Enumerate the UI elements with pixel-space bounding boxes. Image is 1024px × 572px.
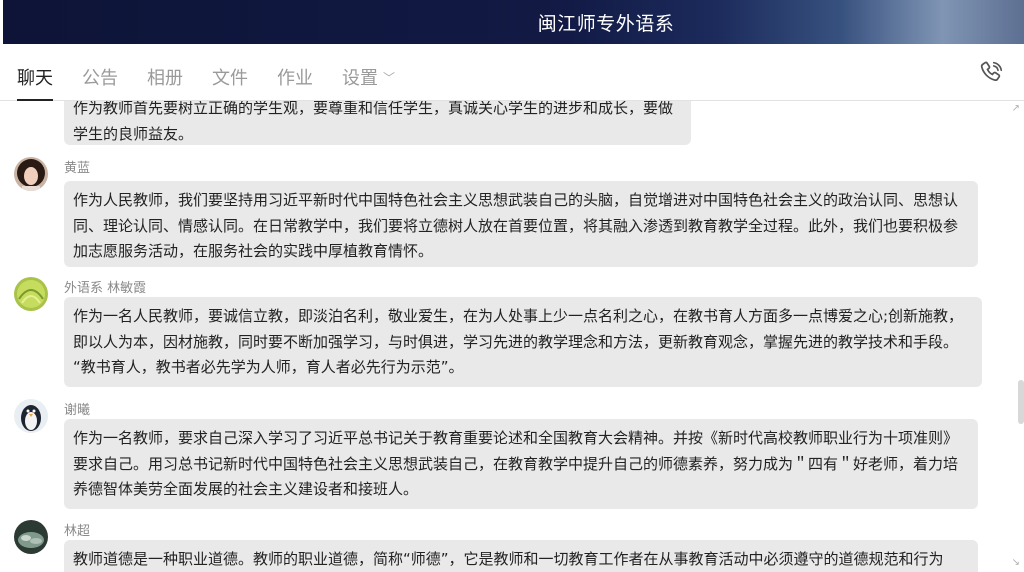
message-line: “教书育人，教书者必先学为人师，育人者必先行为示范”。 [73,358,464,376]
message-line: 养德智体美劳全面发展的社会主义建设者和接班人。 [73,480,419,498]
sender-name: 谢曦 [64,403,91,418]
tab-announcements[interactable]: 公告 [82,64,118,90]
scroll-up-icon[interactable]: ↗ [1012,103,1020,114]
chevron-down-icon: ﹀ [383,71,396,85]
message-bubble: 作为教师首先要树立正确的学生观，要尊重和信任学生，真诚关心学生的进步和成长，要做… [64,101,691,145]
message-bubble: 作为人民教师，我们要坚持用习近平新时代中国特色社会主义思想武装自己的头脑，自觉增… [64,181,978,267]
sender-name: 林超 [64,524,91,539]
message-line: 同、理论认同、情感认同。在日常教学中，我们要将立德树人放在首要位置，将其融入渗透… [73,216,959,235]
message-bubble: 作为一名人民教师，要诚信立教，即淡泊名利，敬业爱生，在为人处事上少一点名利之心，… [64,297,982,387]
chat-area[interactable]: 作为教师首先要树立正确的学生观，要尊重和信任学生，真诚关心学生的进步和成长，要做… [0,101,1024,572]
title-bar: 闽江师专外语系 [3,0,1024,44]
message-line: 学生的良师益友。 [73,124,194,143]
message-line: 作为一名教师，要求自己深入学习了习近平总书记关于教育重要论述和全国教育大会精神。… [73,429,959,447]
tab-chat[interactable]: 聊天 [17,64,53,101]
message-line: 教师道德是一种职业道德。教师的职业道德，简称“师德”，它是教师和一切教育工作者在… [73,550,944,568]
scroll-down-icon[interactable]: ↘ [1012,557,1020,568]
message-line: 要求自己。用习总书记新时代中国特色社会主义思想武装自己，在教育教学中提升自己的师… [73,454,959,473]
avatar[interactable] [14,157,48,191]
message-line: 作为教师首先要树立正确的学生观，要尊重和信任学生，真诚关心学生的进步和成长，要做 [73,101,674,117]
sender-name: 黄蓝 [64,161,91,176]
tab-homework[interactable]: 作业 [277,64,313,90]
phone-icon[interactable] [978,60,1004,86]
tab-settings[interactable]: 设置 ﹀ [342,64,395,90]
message-line: 加志愿服务活动，在服务社会的实践中厚植教育情怀。 [73,242,434,260]
message-line: 作为一名人民教师，要诚信立教，即淡泊名利，敬业爱生，在为人处事上少一点名利之心，… [73,307,964,325]
message-bubble: 教师道德是一种职业道德。教师的职业道德，简称“师德”，它是教师和一切教育工作者在… [64,540,978,572]
scrollbar-thumb[interactable] [1018,380,1024,424]
tab-album[interactable]: 相册 [147,64,183,90]
tab-bar: 聊天 公告 相册 文件 作业 设置 ﹀ [0,44,1024,101]
tab-settings-label: 设置 [342,68,378,89]
group-title: 闽江师专外语系 [537,12,675,35]
sender-name: 外语系 林敏霞 [64,281,147,296]
message-bubble: 作为一名教师，要求自己深入学习了习近平总书记关于教育重要论述和全国教育大会精神。… [64,419,978,509]
message-line: 作为人民教师，我们要坚持用习近平新时代中国特色社会主义思想武装自己的头脑，自觉增… [73,191,959,209]
avatar[interactable] [14,399,48,433]
tab-files[interactable]: 文件 [212,64,248,90]
avatar[interactable] [14,520,48,554]
avatar[interactable] [14,277,48,311]
message-line: 即以人为本，因材施教，同时要不断加强学习，与时俱进，学习先进的教学理念和方法，更… [73,332,959,351]
